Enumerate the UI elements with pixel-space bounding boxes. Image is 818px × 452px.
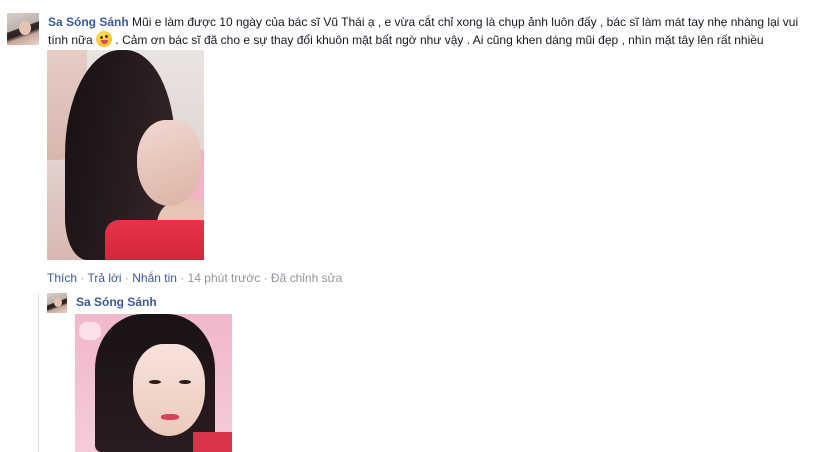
reply-author-link[interactable]: Sa Sóng Sánh [76,295,157,309]
reply-thread-line [38,293,39,452]
avatar-face [19,21,31,35]
reply-link[interactable]: Trả lời [87,271,121,285]
comment-actions: Thích · Trả lời · Nhắn tin · 14 phút trư… [47,270,342,286]
separator: · [176,271,188,285]
timestamp-link[interactable]: 14 phút trước [188,271,261,285]
separator: · [260,271,271,285]
edited-link[interactable]: Đã chỉnh sửa [271,271,342,285]
reply-photo[interactable] [75,314,232,452]
comment-text-part2: . Cảm ơn bác sĩ đã cho e sự thay đổi khu… [112,33,764,47]
comment-photo[interactable] [47,50,204,260]
comment-thread: Sa Sóng Sánh Mũi e làm được 10 ngày của … [0,0,818,452]
tongue-wink-emoji-icon [96,31,113,47]
photo-eye-left [149,380,161,384]
photo-face [137,120,201,206]
comment-text: Sa Sóng Sánh Mũi e làm được 10 ngày của … [48,13,800,49]
photo-pillow-print [79,322,101,340]
like-link[interactable]: Thích [47,271,77,285]
photo-dress [193,432,232,452]
separator: · [121,271,133,285]
photo-dress [105,220,204,260]
avatar[interactable] [7,13,39,45]
photo-lips [161,414,179,420]
comment-author-link[interactable]: Sa Sóng Sánh [48,15,129,29]
photo-face [133,344,205,436]
photo-eye-right [179,380,191,384]
reply-avatar[interactable] [47,293,67,313]
message-link[interactable]: Nhắn tin [132,271,177,285]
reply-author-row: Sa Sóng Sánh [76,294,157,310]
avatar-face [54,298,62,307]
separator: · [77,271,88,285]
